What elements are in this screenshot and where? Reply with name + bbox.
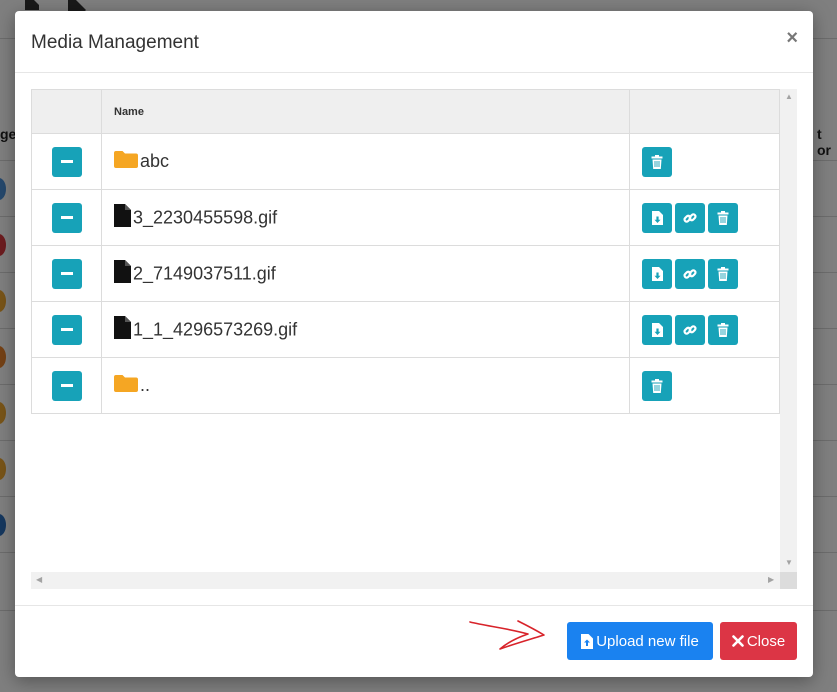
- row-name-cell: abc: [101, 133, 630, 190]
- table-header-row: Name: [31, 89, 780, 134]
- minus-icon: [60, 328, 73, 331]
- modal-title: Media Management: [31, 32, 199, 53]
- link-button[interactable]: [675, 314, 705, 345]
- link-icon: [683, 267, 697, 281]
- trash-icon: [651, 378, 663, 393]
- row-name-cell: ..: [101, 357, 630, 414]
- x-icon: [732, 635, 744, 647]
- trash-icon: [651, 154, 663, 169]
- column-header-actions: [629, 89, 780, 134]
- trash-icon: [717, 322, 729, 337]
- file-download-button[interactable]: [642, 258, 672, 289]
- minus-icon: [60, 272, 73, 275]
- row-select-cell: [31, 133, 102, 190]
- row-actions-cell: [629, 133, 780, 190]
- minus-button[interactable]: [51, 258, 82, 289]
- vertical-scrollbar[interactable]: ▲ ▼: [780, 89, 797, 572]
- file-name[interactable]: 3_2230455598.gif: [133, 207, 277, 227]
- link-icon: [683, 211, 697, 225]
- close-icon[interactable]: ×: [786, 27, 798, 50]
- trash-icon: [717, 210, 729, 225]
- horizontal-scrollbar[interactable]: ◀ ▶: [31, 572, 780, 589]
- table-row[interactable]: 2_7149037511.gif: [31, 245, 780, 302]
- annotation-arrow-icon: [469, 620, 545, 650]
- file-table-body: abc 3_2230455598.gif 2_7149037511.gif 1_…: [31, 133, 780, 414]
- upload-new-file-button[interactable]: Upload new file: [567, 622, 713, 660]
- file-table-scroll-area[interactable]: Name abc 3_2230455598.gif 2_7149037511.g…: [31, 89, 780, 572]
- link-button[interactable]: [675, 202, 705, 233]
- row-select-cell: [31, 189, 102, 246]
- file-table: Name abc 3_2230455598.gif 2_7149037511.g…: [31, 89, 780, 414]
- upload-button-label: Upload new file: [596, 632, 699, 650]
- file-name[interactable]: 1_1_4296573269.gif: [133, 319, 297, 339]
- row-select-cell: [31, 245, 102, 302]
- trash-button[interactable]: [708, 314, 738, 345]
- scrollbar-corner: [780, 572, 797, 589]
- file-download-icon: [651, 322, 663, 337]
- file-download-button[interactable]: [642, 314, 672, 345]
- scroll-right-icon[interactable]: ▶: [768, 576, 774, 584]
- column-header-select: [31, 89, 102, 134]
- trash-button[interactable]: [642, 370, 672, 401]
- minus-icon: [60, 216, 73, 219]
- row-name-cell: 3_2230455598.gif: [101, 189, 630, 246]
- file-download-icon: [651, 210, 663, 225]
- column-header-name: Name: [101, 89, 630, 134]
- minus-button[interactable]: [51, 202, 82, 233]
- file-download-button[interactable]: [642, 202, 672, 233]
- minus-button[interactable]: [51, 314, 82, 345]
- close-button-label: Close: [746, 632, 786, 650]
- row-actions-cell: [629, 245, 780, 302]
- file-icon: [114, 203, 131, 232]
- table-row[interactable]: 1_1_4296573269.gif: [31, 301, 780, 358]
- trash-button[interactable]: [642, 146, 672, 177]
- row-name-cell: 1_1_4296573269.gif: [101, 301, 630, 358]
- minus-button[interactable]: [51, 146, 82, 177]
- file-name[interactable]: 2_7149037511.gif: [133, 263, 276, 283]
- folder-icon: [114, 150, 138, 173]
- row-name-cell: 2_7149037511.gif: [101, 245, 630, 302]
- link-button[interactable]: [675, 258, 705, 289]
- file-icon: [114, 259, 131, 288]
- minus-button[interactable]: [51, 370, 82, 401]
- row-select-cell: [31, 357, 102, 414]
- trash-button[interactable]: [708, 258, 738, 289]
- folder-icon: [114, 374, 138, 397]
- minus-icon: [60, 160, 73, 163]
- modal-body: Name abc 3_2230455598.gif 2_7149037511.g…: [31, 89, 797, 589]
- media-management-modal: Media Management × Name abc 3_2230455598…: [15, 11, 813, 677]
- file-upload-icon: [581, 633, 594, 649]
- trash-button[interactable]: [708, 202, 738, 233]
- trash-icon: [717, 266, 729, 281]
- row-actions-cell: [629, 357, 780, 414]
- modal-header: Media Management ×: [15, 11, 813, 73]
- file-name[interactable]: ..: [140, 375, 150, 395]
- close-button[interactable]: Close: [720, 622, 797, 660]
- scroll-left-icon[interactable]: ◀: [36, 576, 42, 584]
- table-row[interactable]: ..: [31, 357, 780, 414]
- link-icon: [683, 323, 697, 337]
- file-icon: [114, 315, 131, 344]
- scroll-down-icon[interactable]: ▼: [785, 559, 793, 567]
- table-row[interactable]: abc: [31, 133, 780, 190]
- file-download-icon: [651, 266, 663, 281]
- modal-footer: Upload new file Close: [15, 605, 813, 677]
- row-select-cell: [31, 301, 102, 358]
- row-actions-cell: [629, 189, 780, 246]
- scroll-up-icon[interactable]: ▲: [785, 93, 793, 101]
- file-name[interactable]: abc: [140, 151, 169, 171]
- minus-icon: [60, 384, 73, 387]
- row-actions-cell: [629, 301, 780, 358]
- table-row[interactable]: 3_2230455598.gif: [31, 189, 780, 246]
